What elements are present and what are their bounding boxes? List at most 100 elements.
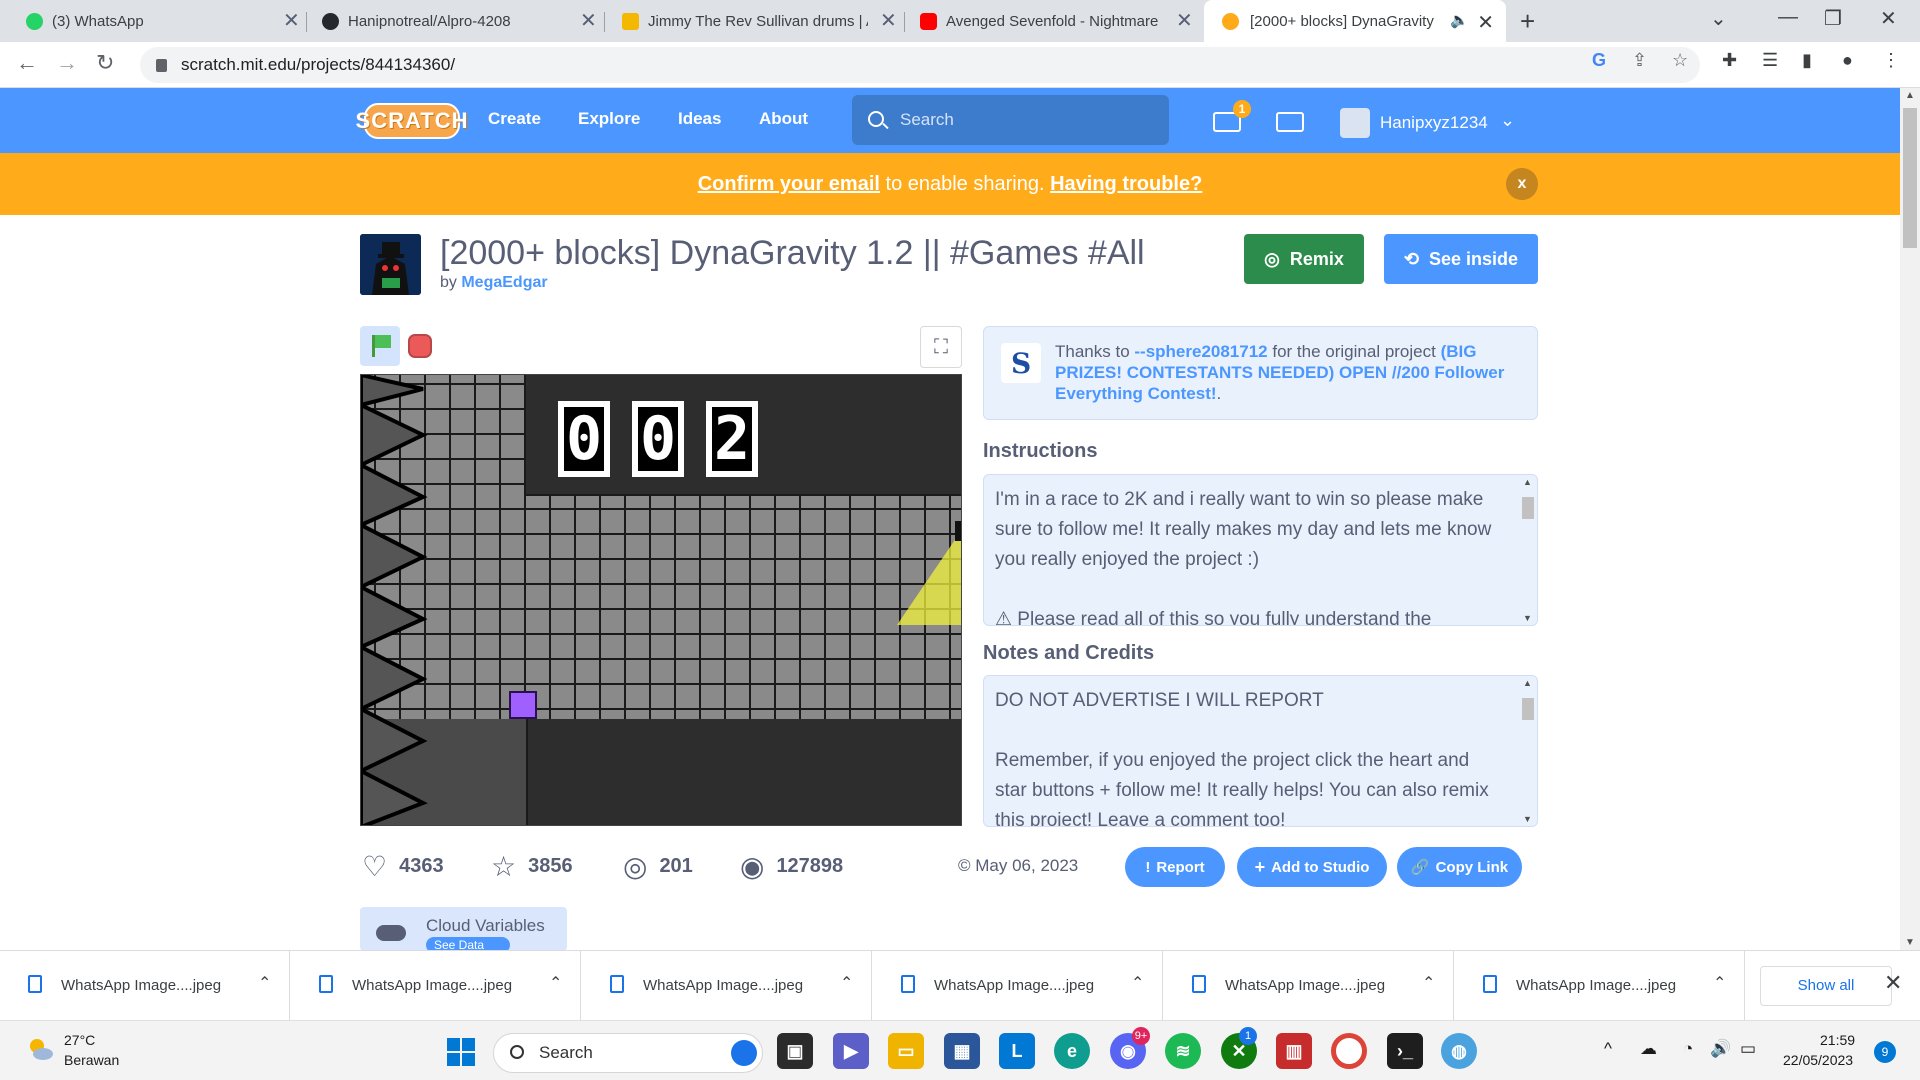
green-flag-button[interactable]: [360, 326, 400, 366]
profile-avatar-icon[interactable]: ●: [1842, 50, 1853, 71]
reload-icon[interactable]: ↻: [96, 50, 114, 76]
report-button[interactable]: ! Report: [1125, 847, 1225, 887]
download-item[interactable]: WhatsApp Image....jpeg ⌃: [0, 951, 290, 1021]
scroll-thumb[interactable]: [1903, 108, 1917, 248]
avatar[interactable]: [1340, 108, 1370, 138]
share-icon[interactable]: ⇪: [1632, 50, 1647, 71]
clock-date[interactable]: 22/05/2023: [1783, 1052, 1853, 1068]
chevron-up-icon[interactable]: ⌃: [258, 973, 271, 993]
tab-youtube[interactable]: Avenged Sevenfold - Nightmare: [920, 0, 1166, 42]
spotify-icon[interactable]: ≋: [1165, 1033, 1201, 1069]
new-tab-plus-icon[interactable]: +: [1520, 6, 1535, 37]
download-item[interactable]: WhatsApp Image....jpeg ⌃: [1164, 951, 1454, 1021]
nav-ideas[interactable]: Ideas: [678, 109, 721, 129]
show-all-downloads-button[interactable]: Show all: [1760, 966, 1892, 1006]
fullscreen-button[interactable]: ⛶: [920, 326, 962, 368]
favorites-stat[interactable]: ☆ 3856: [491, 850, 573, 883]
close-icon[interactable]: ✕: [1884, 970, 1902, 996]
battery-icon[interactable]: ▭: [1740, 1039, 1756, 1059]
page-scrollbar[interactable]: ▲ ▼: [1900, 88, 1920, 950]
download-item[interactable]: WhatsApp Image....jpeg ⌃: [582, 951, 872, 1021]
scroll-up-icon[interactable]: ▲: [1905, 90, 1915, 101]
see-inside-button[interactable]: ⟲ See inside: [1384, 234, 1538, 284]
chevron-up-icon[interactable]: ⌃: [549, 973, 562, 993]
notes-scrollbar[interactable]: ▲ ▼: [1519, 678, 1535, 824]
weather-partly-cloudy-icon[interactable]: [26, 1035, 54, 1063]
extensions-puzzle-icon[interactable]: ✚: [1722, 50, 1737, 71]
winrar-icon[interactable]: ▥: [1276, 1033, 1312, 1069]
add-to-studio-button[interactable]: + Add to Studio: [1237, 847, 1387, 887]
chevron-up-icon[interactable]: ⌃: [840, 973, 853, 993]
chevron-down-icon[interactable]: ⌄: [1500, 110, 1515, 131]
original-author-avatar[interactable]: [1001, 343, 1041, 383]
speaker-muted-icon[interactable]: 🔈: [1450, 11, 1469, 29]
having-trouble-link[interactable]: Having trouble?: [1050, 173, 1202, 195]
see-data-button[interactable]: See Data: [426, 937, 510, 951]
url-bar[interactable]: scratch.mit.edu/projects/844134360/: [140, 47, 1700, 83]
instructions-scrollbar[interactable]: ▲ ▼: [1519, 477, 1535, 623]
terminal-icon[interactable]: ›_: [1387, 1033, 1423, 1069]
network-globe-icon[interactable]: ◍: [1441, 1033, 1477, 1069]
cloud-variables-box[interactable]: Cloud Variables See Data: [360, 907, 567, 951]
scroll-down-icon[interactable]: ▼: [1523, 814, 1532, 824]
confirm-email-link[interactable]: Confirm your email: [698, 173, 880, 195]
author-avatar[interactable]: [360, 234, 421, 295]
wifi-icon[interactable]: ◔: [1683, 1039, 1693, 1059]
restore-icon[interactable]: ❐: [1824, 6, 1842, 31]
browser-menu-icon[interactable]: ⋮: [1882, 50, 1900, 71]
close-icon[interactable]: ✕: [880, 8, 897, 33]
forward-arrow-icon[interactable]: →: [56, 50, 78, 76]
project-title[interactable]: [2000+ blocks] DynaGravity 1.2 || #Games…: [440, 234, 1145, 273]
tab-search-chevron-icon[interactable]: ⌄: [1710, 6, 1727, 31]
download-item[interactable]: WhatsApp Image....jpeg ⌃: [873, 951, 1163, 1021]
author-link[interactable]: MegaEdgar: [461, 274, 547, 291]
scroll-up-icon[interactable]: ▲: [1523, 678, 1532, 688]
window-close-icon[interactable]: ✕: [1880, 6, 1897, 31]
cloud-sync-icon[interactable]: ☁: [1640, 1039, 1657, 1059]
scroll-up-icon[interactable]: ▲: [1523, 477, 1532, 487]
clock-time[interactable]: 21:59: [1820, 1032, 1855, 1048]
file-explorer-icon[interactable]: ▭: [888, 1033, 924, 1069]
tab-drums[interactable]: Jimmy The Rev Sullivan drums | A: [622, 0, 868, 42]
instructions-box[interactable]: I'm in a race to 2K and i really want to…: [983, 474, 1538, 626]
notes-box[interactable]: DO NOT ADVERTISE I WILL REPORT Remember,…: [983, 675, 1538, 827]
media-queue-icon[interactable]: ☰: [1762, 50, 1778, 71]
google-icon[interactable]: G: [1592, 50, 1606, 71]
banner-close-button[interactable]: x: [1506, 168, 1538, 200]
teams-chat-icon[interactable]: ▶: [833, 1033, 869, 1069]
taskbar-search-input[interactable]: Search: [493, 1033, 763, 1073]
my-stuff-folder-icon[interactable]: [1276, 112, 1304, 132]
back-arrow-icon[interactable]: ←: [16, 50, 38, 76]
task-view-icon[interactable]: ▣: [777, 1033, 813, 1069]
scroll-down-icon[interactable]: ▼: [1523, 613, 1532, 623]
scroll-thumb[interactable]: [1522, 698, 1534, 720]
scratch-logo[interactable]: SCRATCH: [356, 103, 467, 139]
download-item[interactable]: WhatsApp Image....jpeg ⌃: [291, 951, 581, 1021]
side-panel-icon[interactable]: ▮: [1802, 50, 1812, 71]
microsoft-store-icon[interactable]: ▦: [944, 1033, 980, 1069]
edge-icon[interactable]: e: [1054, 1033, 1090, 1069]
nav-about[interactable]: About: [759, 109, 808, 129]
search-input[interactable]: Search: [852, 95, 1169, 145]
volume-icon[interactable]: 🔊: [1710, 1039, 1731, 1059]
original-author-link[interactable]: --sphere2081712: [1134, 342, 1267, 361]
download-item[interactable]: WhatsApp Image....jpeg ⌃: [1455, 951, 1745, 1021]
username[interactable]: Hanipxyz1234: [1380, 113, 1488, 133]
remix-button[interactable]: ◎ Remix: [1244, 234, 1364, 284]
scroll-down-icon[interactable]: ▼: [1905, 937, 1915, 948]
chevron-up-icon[interactable]: ⌃: [1131, 973, 1144, 993]
windows-start-icon[interactable]: [447, 1038, 475, 1066]
chevron-up-icon[interactable]: ⌃: [1713, 973, 1726, 993]
notification-badge[interactable]: 9: [1874, 1041, 1896, 1063]
launcher-l-icon[interactable]: L: [999, 1033, 1035, 1069]
tray-chevron-up-icon[interactable]: ^: [1604, 1039, 1612, 1059]
scroll-thumb[interactable]: [1522, 497, 1534, 519]
copy-link-button[interactable]: 🔗 Copy Link: [1397, 847, 1522, 887]
chevron-up-icon[interactable]: ⌃: [1422, 973, 1435, 993]
nav-explore[interactable]: Explore: [578, 109, 640, 129]
loves-stat[interactable]: ♡ 4363: [362, 850, 444, 883]
tab-scratch-active[interactable]: [2000+ blocks] DynaGravity 🔈 ✕: [1204, 0, 1506, 42]
minimize-icon[interactable]: —: [1778, 6, 1798, 29]
close-icon[interactable]: ✕: [1176, 8, 1193, 33]
close-icon[interactable]: ✕: [580, 8, 597, 33]
